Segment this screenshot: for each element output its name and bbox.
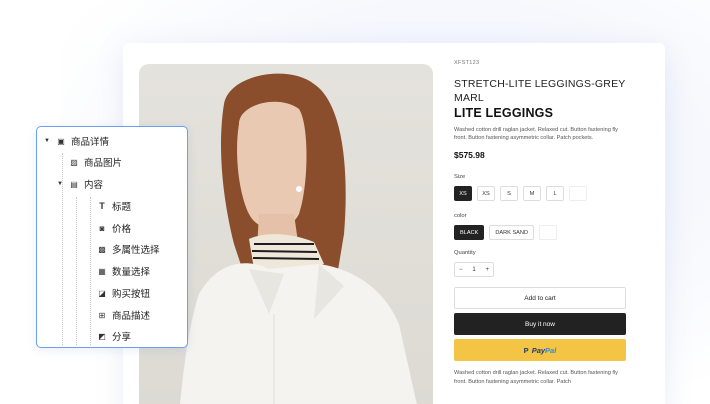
quantity-increase-button[interactable]: + (485, 267, 489, 273)
color-option[interactable]: BLACK (454, 225, 485, 240)
tree-item-label: 商品详情 (71, 137, 110, 148)
gallery-icon: ▣ (57, 136, 65, 146)
paypal-pal-text: Pal (545, 345, 557, 355)
paypal-button[interactable]: P Pay Pal (454, 339, 626, 361)
size-option[interactable]: S (500, 186, 518, 201)
tree-item-label: 商品描述 (112, 311, 151, 322)
size-options: XS XS S M L (454, 186, 626, 201)
component-tree-panel: ▼ ▣ 商品详情 ▨ 商品图片 ▼ ▤ 内容 T 标题 ◙ 价格 ▩ 多属性选择… (36, 126, 188, 348)
tree-item-content[interactable]: ▼ ▤ 内容 (56, 176, 103, 192)
tree-item-label: 购买按钮 (112, 289, 151, 300)
number-icon: ▦ (98, 266, 106, 276)
caret-down-icon[interactable]: ▼ (43, 138, 51, 144)
tree-item-share[interactable]: ◩ 分享 (97, 328, 131, 344)
image-icon: ▨ (70, 157, 78, 167)
tree-guide-line (90, 197, 91, 345)
tree-item-description[interactable]: ⊞ 商品描述 (97, 307, 150, 323)
tree-guide-line (76, 197, 77, 345)
tree-item-product-detail[interactable]: ▼ ▣ 商品详情 (43, 133, 109, 149)
quantity-stepper: − 1 + (454, 262, 494, 277)
buy-now-button[interactable]: Buy it now (454, 313, 626, 335)
product-title-line2: MARL (454, 92, 484, 104)
product-price: $575.98 (454, 150, 485, 160)
size-option[interactable]: L (546, 186, 564, 201)
color-option[interactable]: DARK SAND (489, 225, 534, 240)
product-long-description: Washed cotton drill raglan jacket. Relax… (454, 370, 618, 385)
tree-item-label: 数量选择 (112, 267, 151, 278)
product-sku: XFST123 (454, 60, 480, 66)
product-title-bold: LITE LEGGINGS (454, 106, 554, 120)
share-icon: ◩ (98, 331, 106, 341)
description-icon: ⊞ (98, 310, 106, 320)
tree-item-quantity[interactable]: ▦ 数量选择 (97, 263, 150, 279)
product-title-line1: STRETCH-LITE LEGGINGS-GREY (454, 78, 626, 90)
tree-item-multi-attribute[interactable]: ▩ 多属性选择 (97, 241, 160, 257)
product-short-description: Washed cotton drill raglan jacket. Relax… (454, 127, 618, 141)
color-label: color (454, 213, 467, 219)
product-title: STRETCH-LITE LEGGINGS-GREY MARL (454, 77, 626, 105)
paypal-pay-text: Pay (531, 345, 546, 355)
tree-item-title[interactable]: T 标题 (97, 198, 131, 214)
paypal-icon: P (523, 345, 529, 355)
size-option[interactable]: XS (477, 186, 495, 201)
color-options: BLACK DARK SAND (454, 225, 626, 240)
tree-item-label: 内容 (84, 180, 104, 191)
product-info: XFST123 STRETCH-LITE LEGGINGS-GREY MARL … (454, 60, 626, 386)
price-icon: ◙ (99, 223, 105, 233)
tree-item-buy-button[interactable]: ◪ 购买按钮 (97, 285, 150, 301)
tree-item-price[interactable]: ◙ 价格 (97, 220, 131, 236)
size-option[interactable] (569, 186, 587, 201)
tree-item-label: 标题 (112, 202, 132, 213)
tree-item-label: 价格 (112, 224, 132, 235)
tree-item-label: 分享 (112, 332, 132, 343)
color-option[interactable] (538, 225, 557, 240)
caret-down-icon[interactable]: ▼ (56, 181, 64, 187)
sku-icon: ▩ (98, 244, 106, 254)
size-label: Size (454, 174, 466, 180)
buy-button-icon: ◪ (98, 288, 106, 298)
tree-item-product-images[interactable]: ▨ 商品图片 (69, 154, 122, 170)
text-icon: T (99, 201, 105, 211)
add-to-cart-button[interactable]: Add to cart (454, 287, 626, 309)
content-icon: ▤ (70, 179, 78, 189)
tree-item-label: 商品图片 (84, 158, 123, 169)
tree-item-label: 多属性选择 (112, 245, 160, 256)
size-option[interactable]: M (523, 186, 541, 201)
quantity-decrease-button[interactable]: − (459, 267, 463, 273)
size-option[interactable]: XS (454, 186, 472, 201)
quantity-label: Quantity (454, 250, 476, 256)
quantity-value[interactable]: 1 (472, 267, 475, 273)
